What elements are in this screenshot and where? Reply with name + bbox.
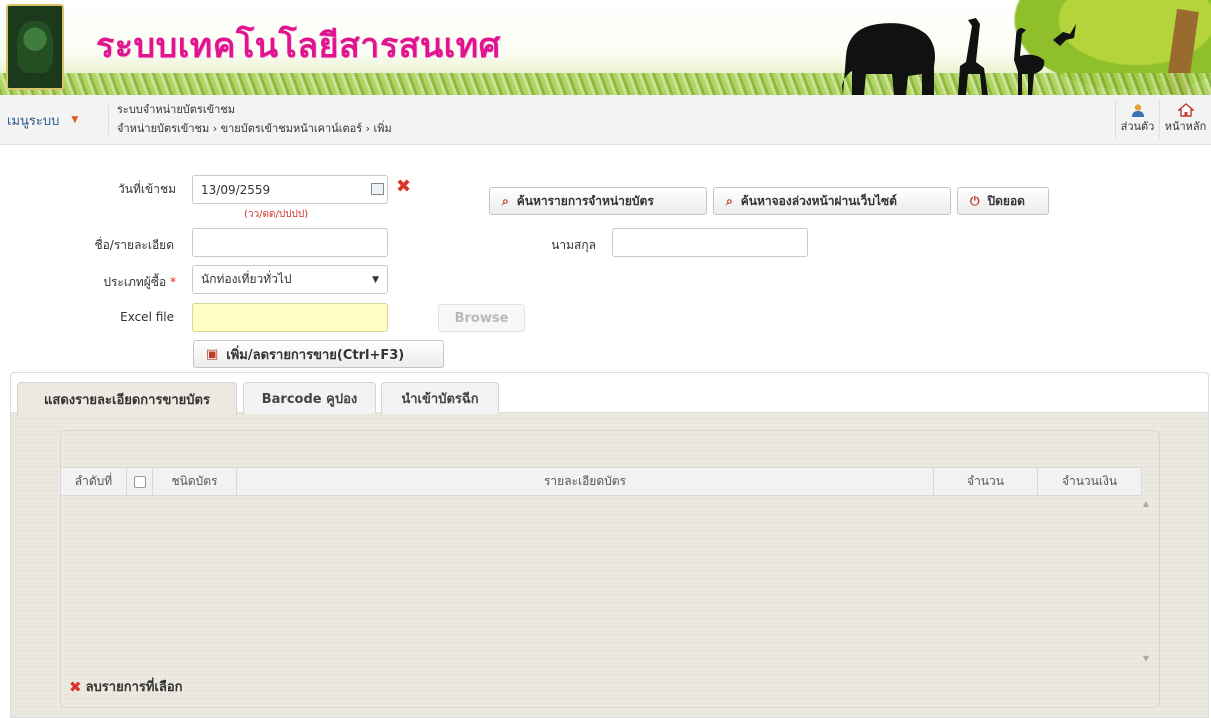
excel-file-label: Excel file <box>120 310 174 324</box>
search-web-booking-button[interactable]: ⌕ ค้นหาจองล่วงหน้าผ่านเว็บไซต์ <box>713 187 951 215</box>
delete-selected-label: ลบรายการที่เลือก <box>85 680 183 695</box>
profile-button[interactable]: ส่วนตัว <box>1115 100 1159 138</box>
scroll-up-icon[interactable]: ▲ <box>1141 499 1151 508</box>
delete-icon: ✖ <box>69 677 82 696</box>
grid-header: ลำดับที่ ชนิดบัตร รายละเอียดบัตร จำนวน จ… <box>61 467 1142 496</box>
date-format-hint: (วว/ดด/ปปปป) <box>244 209 309 220</box>
col-ticket-details[interactable]: รายละเอียดบัตร <box>237 468 934 495</box>
close-balance-label: ปิดยอด <box>987 193 1025 208</box>
search-sales-label: ค้นหารายการจำหน่ายบัตร <box>516 193 654 208</box>
col-amount[interactable]: จำนวนเงิน <box>1038 468 1142 495</box>
home-icon <box>1177 103 1194 117</box>
tab-import-torn-tickets[interactable]: นำเข้าบัตรฉีก <box>381 382 499 414</box>
excel-file-input[interactable] <box>192 303 388 332</box>
cart-icon: ▣ <box>206 346 219 362</box>
name-label: ชื่อ/รายละเอียด <box>94 238 174 252</box>
elephant-logo-icon <box>17 21 53 73</box>
delete-selected-button[interactable]: ✖ ลบรายการที่เลือก <box>69 676 183 697</box>
buyer-type-label: ประเภทผู้ซื้อ * <box>80 273 176 292</box>
browse-button[interactable]: Browse <box>438 304 525 332</box>
surname-label: นามสกุล <box>551 238 596 252</box>
home-label: หน้าหลัก <box>1164 120 1207 133</box>
logo <box>6 4 64 90</box>
close-balance-button[interactable]: ⏻ ปิดยอด <box>957 187 1049 215</box>
header-banner: ระบบเทคโนโลยีสารสนเทศ <box>0 0 1211 95</box>
system-menu-dropdown[interactable]: เมนูระบบ ▼ <box>7 105 109 135</box>
buyer-type-select[interactable]: นักท่องเที่ยวทั่วไป ▼ <box>192 265 388 294</box>
power-icon: ⏻ <box>970 193 980 208</box>
breadcrumb-title: ระบบจำหน่ายบัตรเข้าชม <box>117 103 236 116</box>
caret-down-icon: ▼ <box>71 115 79 125</box>
app-title: ระบบเทคโนโลยีสารสนเทศ <box>96 26 501 66</box>
sales-grid: ลำดับที่ ชนิดบัตร รายละเอียดบัตร จำนวน จ… <box>60 430 1160 708</box>
calendar-icon[interactable] <box>371 183 384 195</box>
search-icon: ⌕ <box>502 193 509 208</box>
name-input[interactable] <box>192 228 388 257</box>
profile-label: ส่วนตัว <box>1120 120 1155 133</box>
add-sale-item-button[interactable]: ▣ เพิ่ม/ลดรายการขาย(Ctrl+F3) <box>193 340 444 368</box>
home-button[interactable]: หน้าหลัก <box>1159 100 1211 138</box>
tab-barcode-coupon[interactable]: Barcode คูปอง <box>243 382 376 414</box>
col-select-all[interactable] <box>127 468 153 495</box>
visit-date-input[interactable]: 13/09/2559 <box>192 175 388 204</box>
col-ticket-type[interactable]: ชนิดบัตร <box>153 468 237 495</box>
search-web-booking-label: ค้นหาจองล่วงหน้าผ่านเว็บไซต์ <box>740 193 897 208</box>
system-menu-label: เมนูระบบ <box>7 113 60 129</box>
breadcrumb-path[interactable]: จำหน่ายบัตรเข้าชม › ขายบัตรเข้าชมหน้าเคา… <box>117 119 392 138</box>
surname-input[interactable] <box>612 228 808 257</box>
select-all-checkbox[interactable] <box>133 475 146 488</box>
add-sale-item-label: เพิ่ม/ลดรายการขาย(Ctrl+F3) <box>226 347 405 363</box>
col-seq[interactable]: ลำดับที่ <box>61 468 127 495</box>
tab-sales-details[interactable]: แสดงรายละเอียดการขายบัตร <box>17 382 237 415</box>
breadcrumb: ระบบจำหน่ายบัตรเข้าชม จำหน่ายบัตรเข้าชม … <box>117 100 392 138</box>
search-sales-button[interactable]: ⌕ ค้นหารายการจำหน่ายบัตร <box>489 187 707 215</box>
scroll-down-icon[interactable]: ▼ <box>1141 654 1151 663</box>
user-icon <box>1131 104 1144 117</box>
clear-date-icon[interactable]: ✖ <box>396 176 411 197</box>
chevron-down-icon: ▼ <box>372 274 379 285</box>
sales-tab-panel: แสดงรายละเอียดการขายบัตร Barcode คูปอง น… <box>10 372 1209 718</box>
col-quantity[interactable]: จำนวน <box>934 468 1038 495</box>
tab-strip: แสดงรายละเอียดการขายบัตร Barcode คูปอง น… <box>11 373 1208 415</box>
search-icon: ⌕ <box>726 193 733 208</box>
menu-bar: เมนูระบบ ▼ ระบบจำหน่ายบัตรเข้าชม จำหน่าย… <box>0 95 1211 145</box>
required-marker: * <box>170 275 176 289</box>
buyer-type-value: นักท่องเที่ยวทั่วไป <box>201 272 292 286</box>
visit-date-label: วันที่เข้าชม <box>118 182 176 196</box>
buyer-type-label-text: ประเภทผู้ซื้อ <box>103 275 167 289</box>
animal-silhouettes-icon <box>842 18 1076 95</box>
grid-scrollbar[interactable]: ▲ ▼ <box>1141 497 1151 663</box>
